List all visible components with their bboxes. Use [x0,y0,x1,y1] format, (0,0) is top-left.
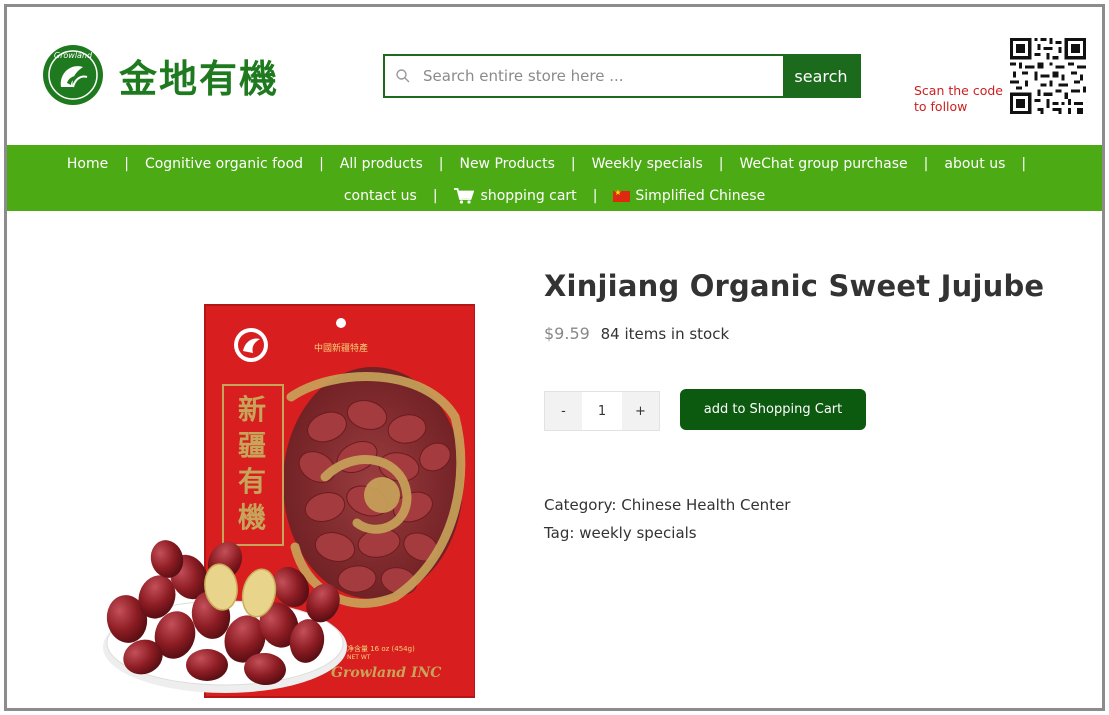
nav-separator: | [923,156,929,172]
tag-link[interactable]: weekly specials [579,524,696,542]
nav-item-home[interactable]: Home [67,156,108,172]
product-image: 中國新疆特產 新疆有機 净含量 16 oz (454g) NET WT Grow… [103,304,475,698]
nav-item-contact-us[interactable]: contact us [344,188,417,204]
nav-separator: | [432,188,438,204]
category-label: Category: [544,496,617,514]
search-icon [385,56,421,96]
product-category: Category: Chinese Health Center [544,496,790,514]
logo-emblem-icon: Growland [43,45,103,105]
nav-item-cognitive-organic-food[interactable]: Cognitive organic food [145,156,303,172]
quantity-stepper: - + [544,391,660,431]
nav-item-shopping-cart[interactable]: shopping cart [453,188,577,204]
product-title: Xinjiang Organic Sweet Jujube [544,269,1045,303]
stock-status: 84 items in stock [600,325,730,343]
page-frame: Growland 金地有機 search Scan the code to fo… [4,4,1105,711]
search-bar: search [383,54,861,98]
logo-text: 金地有機 [119,56,280,101]
quantity-input[interactable] [582,392,622,430]
nav-item-wechat-group-purchase[interactable]: WeChat group purchase [739,156,907,172]
nav-row-secondary: contact us | shopping cart | Simplified … [7,185,1102,207]
search-button[interactable]: search [783,56,859,96]
site-header: Growland 金地有機 search Scan the code to fo… [7,7,1102,145]
nav-separator: | [319,156,324,172]
shopping-cart-label: shopping cart [480,188,577,204]
nav-item-weekly-specials[interactable]: Weekly specials [592,156,703,172]
product-tag: Tag: weekly specials [544,524,697,542]
main-nav: Home | Cognitive organic food | All prod… [7,145,1102,211]
qr-code-icon [1010,38,1086,114]
nav-item-all-products[interactable]: All products [340,156,423,172]
package-netwt-text: NET WT [347,654,371,661]
nav-separator: | [124,156,129,172]
tag-label: Tag: [544,524,575,542]
search-input[interactable] [421,56,783,96]
shopping-cart-icon [453,188,474,204]
china-flag-icon [613,188,631,202]
package-weight-text: 净含量 16 oz (454g) [347,644,415,653]
add-to-cart-button[interactable]: add to Shopping Cart [680,389,866,430]
scan-to-follow-text: Scan the code to follow [914,83,1003,114]
nav-separator: | [592,188,598,204]
nav-row-primary: Home | Cognitive organic food | All prod… [7,153,1102,175]
package-brand-text: Growland INC [331,665,441,681]
package-top-text: 中國新疆特產 [314,342,368,354]
nav-separator: | [718,156,724,172]
nav-separator: | [438,156,444,172]
product-price: $9.59 [544,324,590,343]
logo-badge-text: Growland [54,51,93,60]
nav-separator: | [570,156,576,172]
language-label: Simplified Chinese [635,188,766,204]
quantity-decrease-button[interactable]: - [545,392,582,430]
quantity-increase-button[interactable]: + [622,392,659,430]
nav-item-about-us[interactable]: about us [944,156,1005,172]
nav-separator: | [1021,156,1027,172]
site-logo[interactable]: Growland 金地有機 [41,43,279,107]
nav-item-language-switch[interactable]: Simplified Chinese [613,188,765,204]
category-link[interactable]: Chinese Health Center [621,496,790,514]
nav-item-new-products[interactable]: New Products [459,156,554,172]
price-row: $9.59 84 items in stock [544,324,729,343]
